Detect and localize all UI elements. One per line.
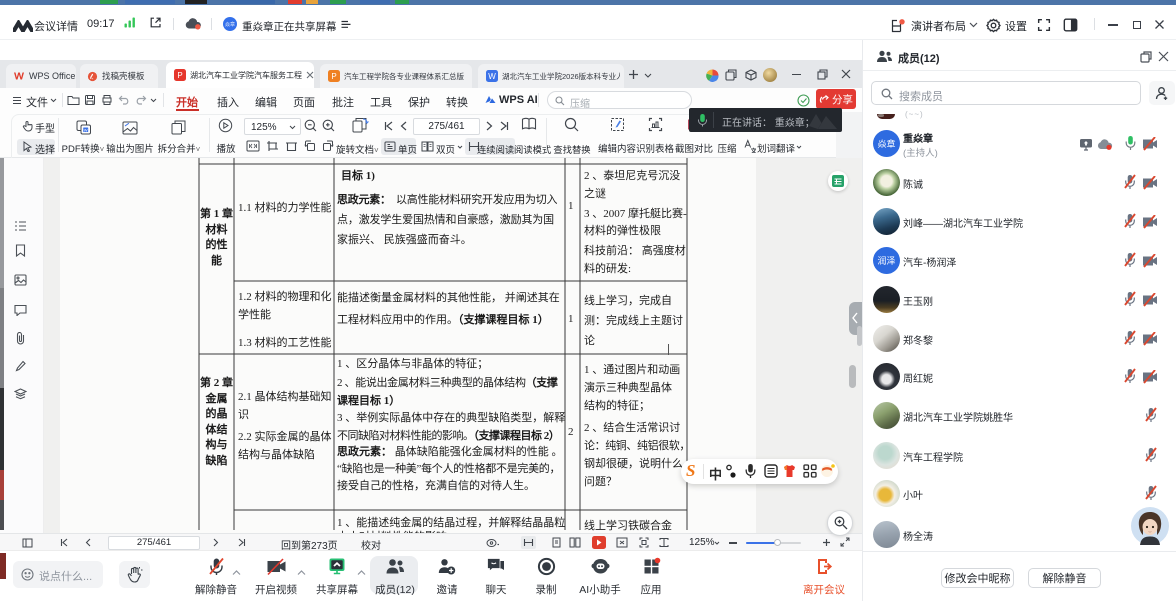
svg-text:P: P (177, 71, 182, 80)
svg-text:W: W (84, 127, 88, 132)
svg-text:P: P (331, 72, 336, 81)
svg-text:W: W (488, 72, 496, 81)
